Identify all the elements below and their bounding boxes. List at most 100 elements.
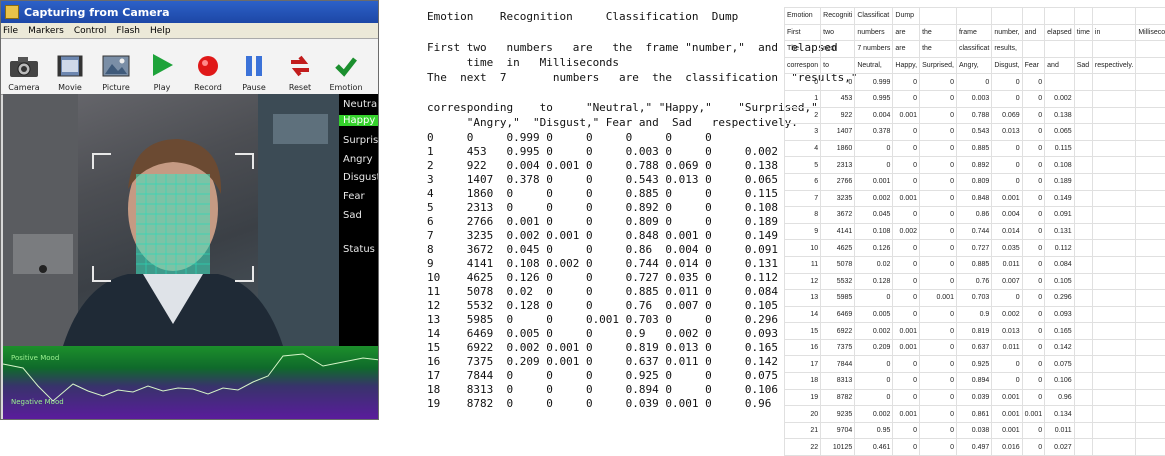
sheet-cell[interactable]: 0 — [920, 306, 957, 323]
sheet-cell[interactable]: 0 — [920, 240, 957, 257]
sheet-cell[interactable] — [1092, 190, 1135, 207]
sheet-cell[interactable]: 4141 — [821, 223, 855, 240]
sheet-cell[interactable]: 0 — [893, 273, 920, 290]
sheet-cell[interactable]: 0 — [920, 140, 957, 157]
sheet-cell[interactable] — [1136, 190, 1165, 207]
sheet-cell[interactable]: 0 — [893, 240, 920, 257]
sheet-cell[interactable] — [1074, 256, 1092, 273]
sheet-cell[interactable] — [1045, 74, 1075, 91]
sheet-cell[interactable]: 0.084 — [1045, 256, 1075, 273]
sheet-cell[interactable] — [1136, 57, 1165, 74]
sheet-cell[interactable]: 0 — [920, 124, 957, 141]
sheet-cell[interactable] — [1074, 422, 1092, 439]
sheet-cell[interactable]: 9 — [785, 223, 821, 240]
sheet-cell[interactable] — [1074, 339, 1092, 356]
sheet-cell[interactable] — [1136, 107, 1165, 124]
sheet-cell[interactable] — [1092, 74, 1135, 91]
sheet-cell[interactable]: correspon — [785, 57, 821, 74]
sheet-cell[interactable]: Classificat — [855, 8, 893, 25]
sheet-cell[interactable] — [1092, 373, 1135, 390]
sheet-cell[interactable] — [1092, 290, 1135, 307]
emotion-button[interactable]: Emotion — [325, 42, 367, 94]
sheet-cell[interactable]: 12 — [785, 273, 821, 290]
sheet-cell[interactable]: Neutral, — [855, 57, 893, 74]
sheet-cell[interactable] — [1136, 306, 1165, 323]
sheet-cell[interactable]: 0.999 — [855, 74, 893, 91]
sheet-cell[interactable] — [1092, 323, 1135, 340]
sheet-cell[interactable] — [1074, 373, 1092, 390]
sheet-cell[interactable]: 0 — [920, 107, 957, 124]
sheet-cell[interactable]: 0 — [920, 157, 957, 174]
sheet-cell[interactable]: 0 — [1022, 306, 1045, 323]
sheet-cell[interactable]: 0.045 — [855, 207, 893, 224]
sheet-cell[interactable]: 0 — [1022, 74, 1045, 91]
sheet-cell[interactable] — [1092, 306, 1135, 323]
sheet-cell[interactable]: 0.038 — [956, 422, 991, 439]
sheet-cell[interactable]: The — [785, 41, 821, 58]
sheet-cell[interactable]: 2313 — [821, 157, 855, 174]
sheet-cell[interactable]: 7 numbers — [855, 41, 893, 58]
sheet-cell[interactable]: the — [920, 41, 957, 58]
sheet-cell[interactable] — [1136, 389, 1165, 406]
movie-button[interactable]: Movie — [49, 42, 91, 94]
sheet-cell[interactable]: 4 — [785, 140, 821, 157]
sheet-cell[interactable]: 0.014 — [992, 223, 1022, 240]
menu-markers[interactable]: Markers — [28, 26, 64, 36]
sheet-cell[interactable]: 0 — [893, 439, 920, 456]
sheet-cell[interactable] — [1136, 256, 1165, 273]
sheet-cell[interactable]: 0 — [992, 140, 1022, 157]
sheet-cell[interactable]: 19 — [785, 389, 821, 406]
sheet-cell[interactable]: Disgust, — [992, 57, 1022, 74]
sheet-cell[interactable]: 0 — [992, 74, 1022, 91]
sheet-cell[interactable]: 13 — [785, 290, 821, 307]
sheet-cell[interactable]: 0 — [1022, 256, 1045, 273]
sheet-cell[interactable]: 0.004 — [855, 107, 893, 124]
sheet-cell[interactable]: 20 — [785, 406, 821, 423]
sheet-cell[interactable]: 0 — [821, 74, 855, 91]
sheet-cell[interactable]: 0.497 — [956, 439, 991, 456]
sheet-cell[interactable]: First — [785, 24, 821, 41]
sheet-cell[interactable] — [1074, 356, 1092, 373]
sheet-cell[interactable]: 8782 — [821, 389, 855, 406]
sheet-cell[interactable]: 0.131 — [1045, 223, 1075, 240]
menu-file[interactable]: File — [3, 26, 18, 36]
sheet-cell[interactable]: Recogniti — [821, 8, 855, 25]
sheet-cell[interactable] — [1092, 422, 1135, 439]
sheet-cell[interactable]: 0 — [920, 389, 957, 406]
sheet-cell[interactable]: 0 — [893, 74, 920, 91]
sheet-cell[interactable]: Angry, — [956, 57, 991, 74]
sheet-cell[interactable]: 8 — [785, 207, 821, 224]
sheet-cell[interactable]: 0.76 — [956, 273, 991, 290]
sheet-cell[interactable]: 6 — [785, 173, 821, 190]
sheet-cell[interactable]: 0 — [992, 157, 1022, 174]
sheet-cell[interactable]: 0 — [1022, 356, 1045, 373]
sheet-cell[interactable] — [1092, 223, 1135, 240]
sheet-cell[interactable]: 0.069 — [992, 107, 1022, 124]
sheet-cell[interactable]: 0 — [920, 373, 957, 390]
sheet-cell[interactable]: 0.727 — [956, 240, 991, 257]
sheet-cell[interactable]: 0.819 — [956, 323, 991, 340]
sheet-cell[interactable]: 0 — [893, 256, 920, 273]
sheet-cell[interactable]: 0.016 — [992, 439, 1022, 456]
sheet-cell[interactable]: 0 — [893, 290, 920, 307]
sheet-cell[interactable] — [1136, 339, 1165, 356]
sheet-cell[interactable]: 0.209 — [855, 339, 893, 356]
sheet-cell[interactable]: 5078 — [821, 256, 855, 273]
sheet-cell[interactable]: 0 — [920, 173, 957, 190]
sheet-cell[interactable]: 7844 — [821, 356, 855, 373]
sheet-cell[interactable] — [1092, 389, 1135, 406]
sheet-cell[interactable]: Happy, — [893, 57, 920, 74]
sheet-cell[interactable]: next — [821, 41, 855, 58]
sheet-cell[interactable] — [1136, 323, 1165, 340]
sheet-cell[interactable]: 0.788 — [956, 107, 991, 124]
sheet-cell[interactable] — [1092, 406, 1135, 423]
sheet-cell[interactable] — [1136, 406, 1165, 423]
sheet-cell[interactable] — [1092, 157, 1135, 174]
sheet-cell[interactable]: 0.002 — [855, 406, 893, 423]
sheet-cell[interactable]: number, — [992, 24, 1022, 41]
sheet-cell[interactable] — [1074, 207, 1092, 224]
sheet-cell[interactable]: 0 — [1022, 273, 1045, 290]
sheet-cell[interactable]: Emotion — [785, 8, 821, 25]
sheet-cell[interactable]: 0.065 — [1045, 124, 1075, 141]
sheet-cell[interactable]: 0.637 — [956, 339, 991, 356]
